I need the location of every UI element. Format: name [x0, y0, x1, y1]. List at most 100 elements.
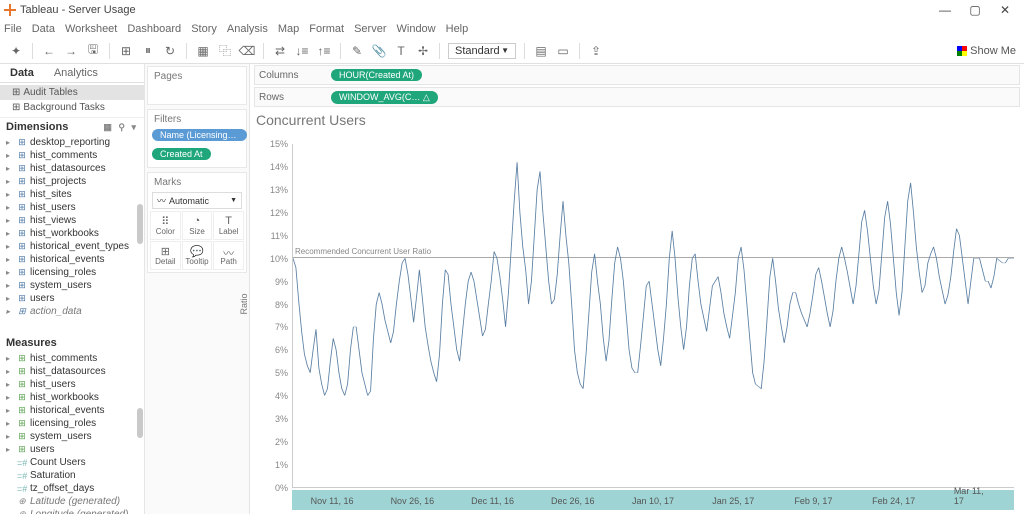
group-icon[interactable]: 📎: [371, 43, 387, 59]
menu-map[interactable]: Map: [278, 23, 299, 35]
pages-card[interactable]: Pages: [147, 66, 247, 105]
toolbar: ✦ ← → 🖫 ⊞ ⏸ ↻ ▦ ⿻ ⌫ ⇄ ↓≡ ↑≡ ✎ 📎 T ✢ Stan…: [0, 38, 1024, 64]
minimize-button[interactable]: —: [930, 3, 960, 17]
datasource-audit-tables[interactable]: ⊞Audit Tables: [0, 85, 144, 100]
calc-field[interactable]: =#Count Users: [0, 456, 144, 469]
swap-icon[interactable]: ⇄: [272, 43, 288, 59]
presentation-icon[interactable]: ▭: [555, 43, 571, 59]
tableau-logo-icon[interactable]: ✦: [8, 43, 24, 59]
y-tick: 13%: [270, 185, 288, 195]
measure-field[interactable]: ▸⊞hist_datasources: [0, 365, 144, 378]
measure-field[interactable]: ▸⊞licensing_roles: [0, 417, 144, 430]
dimension-field[interactable]: ▸⊞historical_events: [0, 253, 144, 266]
measure-field[interactable]: ▸⊞users: [0, 443, 144, 456]
rows-shelf[interactable]: Rows WINDOW_AVG(C… △: [254, 87, 1020, 107]
new-worksheet-icon[interactable]: ▦: [195, 43, 211, 59]
menu-story[interactable]: Story: [191, 23, 217, 35]
dimensions-header: Dimensions▦ ⚲ ▾: [0, 118, 144, 136]
x-tick: Dec 11, 16: [471, 496, 514, 506]
menu-file[interactable]: File: [4, 23, 22, 35]
labels-icon[interactable]: ✢: [415, 43, 431, 59]
totals-icon[interactable]: T: [393, 43, 409, 59]
cards-icon[interactable]: ▤: [533, 43, 549, 59]
dimension-field[interactable]: ▸⊞action_data: [0, 305, 144, 318]
show-me-button[interactable]: Show Me: [957, 45, 1016, 57]
filters-card[interactable]: Filters Name (Licensing Rol… Created At: [147, 109, 247, 168]
forward-icon[interactable]: →: [63, 43, 79, 59]
share-icon[interactable]: ⇪: [588, 43, 604, 59]
duplicate-icon[interactable]: ⿻: [217, 43, 233, 59]
dimension-field[interactable]: ▸⊞hist_views: [0, 214, 144, 227]
marks-label[interactable]: TLabel: [213, 211, 244, 240]
menu-server[interactable]: Server: [354, 23, 386, 35]
calc-field[interactable]: =#tz_offset_days: [0, 482, 144, 495]
pause-updates-icon[interactable]: ⏸: [140, 43, 156, 59]
marks-card-title: Marks: [150, 175, 244, 190]
y-tick: 4%: [275, 391, 288, 401]
highlight-icon[interactable]: ✎: [349, 43, 365, 59]
geo-field[interactable]: ⊕Latitude (generated): [0, 495, 144, 508]
columns-shelf[interactable]: Columns HOUR(Created At): [254, 65, 1020, 85]
dimension-field[interactable]: ▸⊞hist_datasources: [0, 162, 144, 175]
menu-analysis[interactable]: Analysis: [227, 23, 268, 35]
dimension-field[interactable]: ▸⊞desktop_reporting: [0, 136, 144, 149]
dimension-field[interactable]: ▸⊞hist_projects: [0, 175, 144, 188]
menu-worksheet[interactable]: Worksheet: [65, 23, 117, 35]
marks-color[interactable]: ⠿Color: [150, 211, 181, 240]
clear-icon[interactable]: ⌫: [239, 43, 255, 59]
tab-data[interactable]: Data: [0, 64, 44, 82]
new-datasource-icon[interactable]: ⊞: [118, 43, 134, 59]
scrollbar-thumb[interactable]: [137, 204, 143, 244]
save-icon[interactable]: 🖫: [85, 43, 101, 59]
menu-help[interactable]: Help: [446, 23, 469, 35]
marks-detail[interactable]: ⊞Detail: [150, 241, 181, 270]
calc-field[interactable]: =#Saturation: [0, 469, 144, 482]
dim-header-controls[interactable]: ▦ ⚲ ▾: [103, 122, 138, 133]
measure-field[interactable]: ▸⊞hist_users: [0, 378, 144, 391]
y-tick: 6%: [275, 345, 288, 355]
detail-icon: ⊞: [161, 245, 170, 257]
menu-dashboard[interactable]: Dashboard: [127, 23, 181, 35]
dimension-field[interactable]: ▸⊞licensing_roles: [0, 266, 144, 279]
tab-analytics[interactable]: Analytics: [44, 64, 108, 82]
measure-field[interactable]: ▸⊞historical_events: [0, 404, 144, 417]
measures-list: ▸⊞hist_comments▸⊞hist_datasources▸⊞hist_…: [0, 352, 144, 514]
marks-tooltip[interactable]: 💬Tooltip: [182, 241, 213, 270]
dimension-field[interactable]: ▸⊞hist_comments: [0, 149, 144, 162]
sort-asc-icon[interactable]: ↓≡: [294, 43, 310, 59]
dimension-field[interactable]: ▸⊞hist_workbooks: [0, 227, 144, 240]
y-tick: 11%: [271, 231, 288, 241]
refresh-icon[interactable]: ↻: [162, 43, 178, 59]
menu-window[interactable]: Window: [397, 23, 436, 35]
path-icon: 〰: [223, 245, 234, 257]
menu-data[interactable]: Data: [32, 23, 55, 35]
sort-desc-icon[interactable]: ↑≡: [316, 43, 332, 59]
datasource-background-tasks[interactable]: ⊞Background Tasks: [0, 100, 144, 115]
viz-title[interactable]: Concurrent Users: [252, 110, 1018, 130]
columns-pill[interactable]: HOUR(Created At): [331, 69, 422, 81]
dimension-field[interactable]: ▸⊞historical_event_types: [0, 240, 144, 253]
marks-path[interactable]: 〰Path: [213, 241, 244, 270]
rows-pill[interactable]: WINDOW_AVG(C… △: [331, 91, 438, 104]
measure-field[interactable]: ▸⊞hist_comments: [0, 352, 144, 365]
menu-format[interactable]: Format: [309, 23, 344, 35]
measure-field[interactable]: ▸⊞system_users: [0, 430, 144, 443]
filter-pill-created-at[interactable]: Created At: [152, 148, 211, 160]
dimension-field[interactable]: ▸⊞system_users: [0, 279, 144, 292]
back-icon[interactable]: ←: [41, 43, 57, 59]
y-tick: 7%: [275, 322, 288, 332]
dimension-field[interactable]: ▸⊞hist_sites: [0, 188, 144, 201]
maximize-button[interactable]: ▢: [960, 3, 990, 17]
filter-pill-name[interactable]: Name (Licensing Rol…: [152, 129, 247, 141]
dimension-field[interactable]: ▸⊞hist_users: [0, 201, 144, 214]
geo-field[interactable]: ⊕Longitude (generated): [0, 508, 144, 514]
chart[interactable]: Ratio 0%1%2%3%4%5%6%7%8%9%10%11%12%13%14…: [252, 130, 1018, 510]
dimension-field[interactable]: ▸⊞users: [0, 292, 144, 305]
close-button[interactable]: ✕: [990, 3, 1020, 17]
marks-type-selector[interactable]: 〰Automatic▼: [152, 192, 242, 209]
scrollbar-thumb[interactable]: [137, 408, 143, 438]
plot-area[interactable]: Recommended Concurrent User Ratio: [292, 144, 1014, 488]
measure-field[interactable]: ▸⊞hist_workbooks: [0, 391, 144, 404]
fit-selector[interactable]: Standard ▼: [448, 43, 516, 59]
marks-size[interactable]: ◔Size: [182, 211, 213, 240]
